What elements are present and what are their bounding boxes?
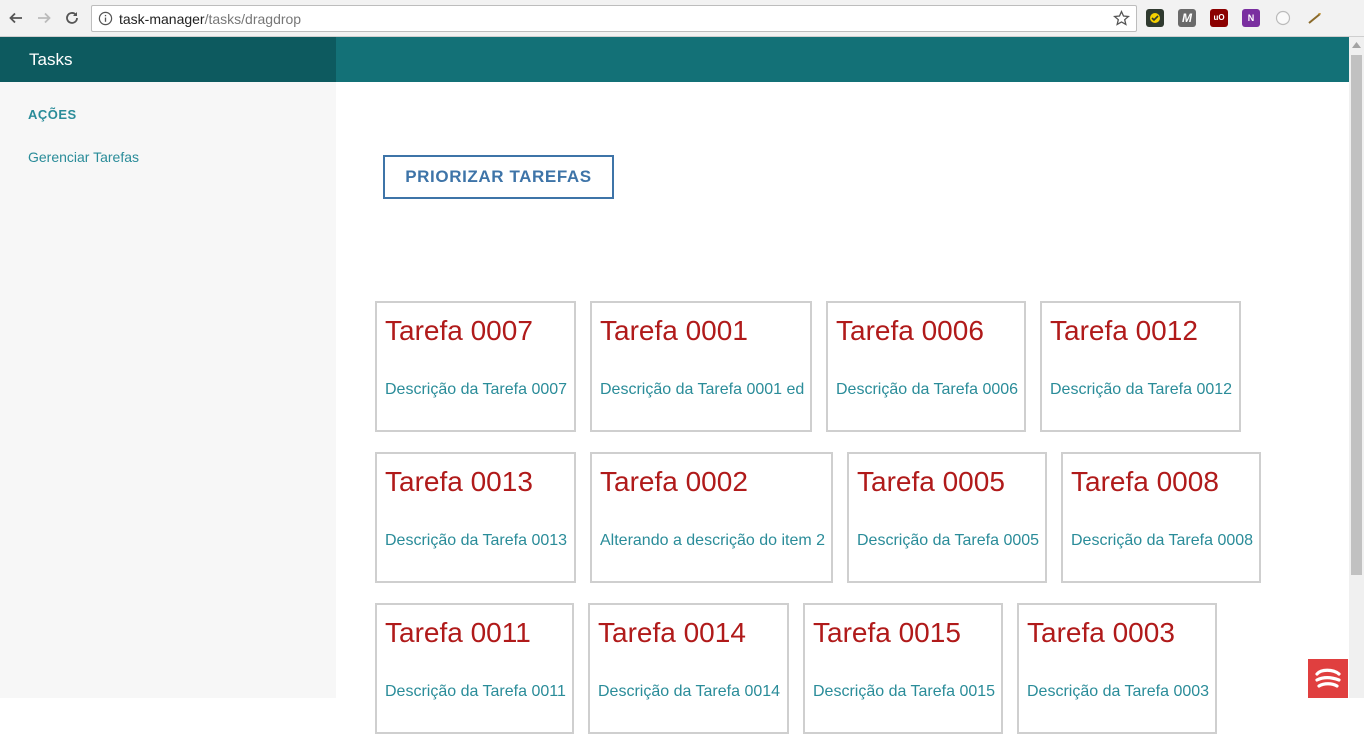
- sidebar-heading: AÇÕES: [28, 107, 77, 122]
- task-card[interactable]: Tarefa 0008 Descrição da Tarefa 0008: [1061, 452, 1261, 583]
- task-card[interactable]: Tarefa 0007 Descrição da Tarefa 0007: [375, 301, 576, 432]
- task-card[interactable]: Tarefa 0006 Descrição da Tarefa 0006: [826, 301, 1026, 432]
- task-card[interactable]: Tarefa 0001 Descrição da Tarefa 0001 ed: [590, 301, 812, 432]
- brand[interactable]: Tasks: [0, 37, 336, 82]
- reload-button[interactable]: [62, 8, 82, 28]
- task-description: Descrição da Tarefa 0005: [857, 532, 1040, 549]
- task-title: Tarefa 0006: [836, 315, 984, 346]
- circle-extension-icon[interactable]: [1274, 9, 1292, 27]
- arrow-left-icon: [9, 12, 22, 24]
- task-title: Tarefa 0013: [385, 466, 533, 497]
- task-description: Descrição da Tarefa 0011: [385, 683, 566, 700]
- scroll-up-arrow-icon[interactable]: [1349, 37, 1364, 52]
- url-text: task-manager/tasks/dragdrop: [119, 11, 301, 27]
- corner-logo-icon[interactable]: [1308, 659, 1348, 698]
- task-description: Descrição da Tarefa 0003: [1027, 683, 1210, 700]
- scrollbar-thumb[interactable]: [1351, 55, 1362, 575]
- onenote-extension-icon[interactable]: N: [1242, 9, 1260, 27]
- address-bar[interactable]: task-manager/tasks/dragdrop: [91, 5, 1137, 32]
- task-card[interactable]: Tarefa 0014 Descrição da Tarefa 0014: [588, 603, 789, 734]
- task-card[interactable]: Tarefa 0003 Descrição da Tarefa 0003: [1017, 603, 1217, 734]
- url-path: /tasks/dragdrop: [204, 11, 302, 27]
- task-title: Tarefa 0001: [600, 315, 748, 346]
- forward-button[interactable]: [34, 8, 54, 28]
- task-title: Tarefa 0005: [857, 466, 1005, 497]
- task-title: Tarefa 0014: [598, 617, 746, 648]
- task-title: Tarefa 0011: [385, 617, 531, 648]
- browser-toolbar: task-manager/tasks/dragdrop M uO N: [0, 0, 1364, 37]
- task-card[interactable]: Tarefa 0013 Descrição da Tarefa 0013: [375, 452, 576, 583]
- task-card[interactable]: Tarefa 0012 Descrição da Tarefa 0012: [1040, 301, 1241, 432]
- bookmark-star-icon[interactable]: [1113, 10, 1130, 27]
- ublock-extension-icon[interactable]: uO: [1210, 9, 1228, 27]
- task-description: Descrição da Tarefa 0015: [813, 683, 996, 700]
- task-card[interactable]: Tarefa 0005 Descrição da Tarefa 0005: [847, 452, 1047, 583]
- prioritize-tasks-button[interactable]: PRIORIZAR TAREFAS: [383, 155, 614, 199]
- reload-icon: [66, 12, 78, 24]
- task-title: Tarefa 0002: [600, 466, 748, 497]
- sidebar: AÇÕES Gerenciar Tarefas: [0, 82, 336, 698]
- task-title: Tarefa 0007: [385, 315, 533, 346]
- task-description: Descrição da Tarefa 0008: [1071, 532, 1254, 549]
- task-title: Tarefa 0008: [1071, 466, 1219, 497]
- task-card[interactable]: Tarefa 0011 Descrição da Tarefa 0011: [375, 603, 574, 734]
- task-card[interactable]: Tarefa 0002 Alterando a descrição do ite…: [590, 452, 833, 583]
- task-description: Descrição da Tarefa 0007: [385, 381, 568, 398]
- check-extension-icon[interactable]: [1146, 9, 1164, 27]
- back-button[interactable]: [6, 8, 26, 28]
- task-title: Tarefa 0012: [1050, 315, 1198, 346]
- brand-title: Tasks: [29, 50, 73, 69]
- task-card[interactable]: Tarefa 0015 Descrição da Tarefa 0015: [803, 603, 1003, 734]
- pen-extension-icon[interactable]: [1306, 9, 1324, 27]
- app-header: Tasks: [0, 37, 1349, 82]
- task-description: Alterando a descrição do item 2: [600, 532, 826, 549]
- task-description: Descrição da Tarefa 0013: [385, 532, 568, 549]
- task-description: Descrição da Tarefa 0001 ed: [600, 381, 805, 398]
- arrow-right-icon: [38, 12, 51, 24]
- sidebar-item-gerenciar-tarefas[interactable]: Gerenciar Tarefas: [28, 149, 139, 165]
- url-host: task-manager: [119, 11, 205, 27]
- info-icon: [98, 11, 113, 26]
- task-description: Descrição da Tarefa 0006: [836, 381, 1019, 398]
- main-content: PRIORIZAR TAREFAS Tarefa 0007 Descrição …: [336, 82, 1349, 734]
- task-description: Descrição da Tarefa 0014: [598, 683, 781, 700]
- task-title: Tarefa 0015: [813, 617, 961, 648]
- vertical-scrollbar[interactable]: [1349, 37, 1364, 698]
- task-title: Tarefa 0003: [1027, 617, 1175, 648]
- m-extension-icon[interactable]: M: [1178, 9, 1196, 27]
- task-description: Descrição da Tarefa 0012: [1050, 381, 1233, 398]
